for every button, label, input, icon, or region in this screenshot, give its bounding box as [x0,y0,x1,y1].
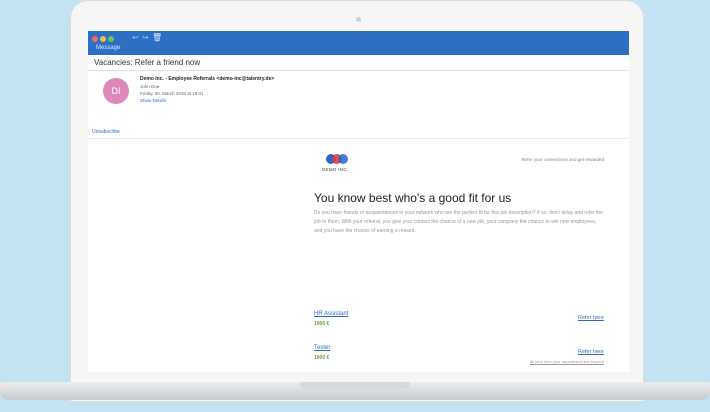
show-details-link[interactable]: Show Details [140,98,166,103]
close-window-button[interactable] [92,36,98,42]
reply-icon[interactable]: ↩ [132,33,139,42]
job-row: HR Assistant 1000 € Refer here [314,311,604,331]
tagline: Refer your connections and get rewarded [521,157,604,162]
refer-here-link[interactable]: Refer here [578,315,604,321]
camera-dot [356,17,361,22]
job-title-link[interactable]: HR Assistant [314,311,348,317]
job-title-link[interactable]: Tester [314,345,330,351]
email-subject: Vacancies: Refer a friend now [88,55,629,71]
intro-text: Do you have friends or acquaintances in … [314,210,603,234]
refer-here-link[interactable]: Refer here [578,349,604,355]
window-titlebar: ↩ ↪ 🗑 Message [88,31,629,55]
recipient: John Doe [140,84,160,89]
sender: Demo Inc. - Employee Referrals <demo-inc… [140,76,275,82]
company-logo [326,154,348,164]
divider [88,138,629,139]
mail-window: ↩ ↪ 🗑 Message Vacancies: Refer a friend … [88,31,629,372]
avatar: DI [103,78,129,104]
minimize-window-button[interactable] [100,36,106,42]
sent-date: Friday, 30. March 2018 at 18:41 [140,91,204,96]
job-bonus: 1000 € [314,321,330,327]
tab-message[interactable]: Message [96,45,120,51]
headline: You know best who's a good fit for us [314,191,512,205]
trash-icon[interactable]: 🗑 [152,33,162,42]
email-body: DEMO INC. Refer your connections and get… [314,143,604,369]
forward-icon[interactable]: ↪ [142,33,149,42]
laptop-notch [300,382,410,389]
job-bonus: 1000 € [314,355,330,361]
logo-text: DEMO INC. [322,167,349,172]
all-jobs-link[interactable]: All jobs from your department and beyond [530,359,604,364]
zoom-window-button[interactable] [108,36,114,42]
unsubscribe-link[interactable]: Unsubscribe [92,129,120,135]
message-header: DI Demo Inc. - Employee Referrals <demo-… [88,71,629,105]
